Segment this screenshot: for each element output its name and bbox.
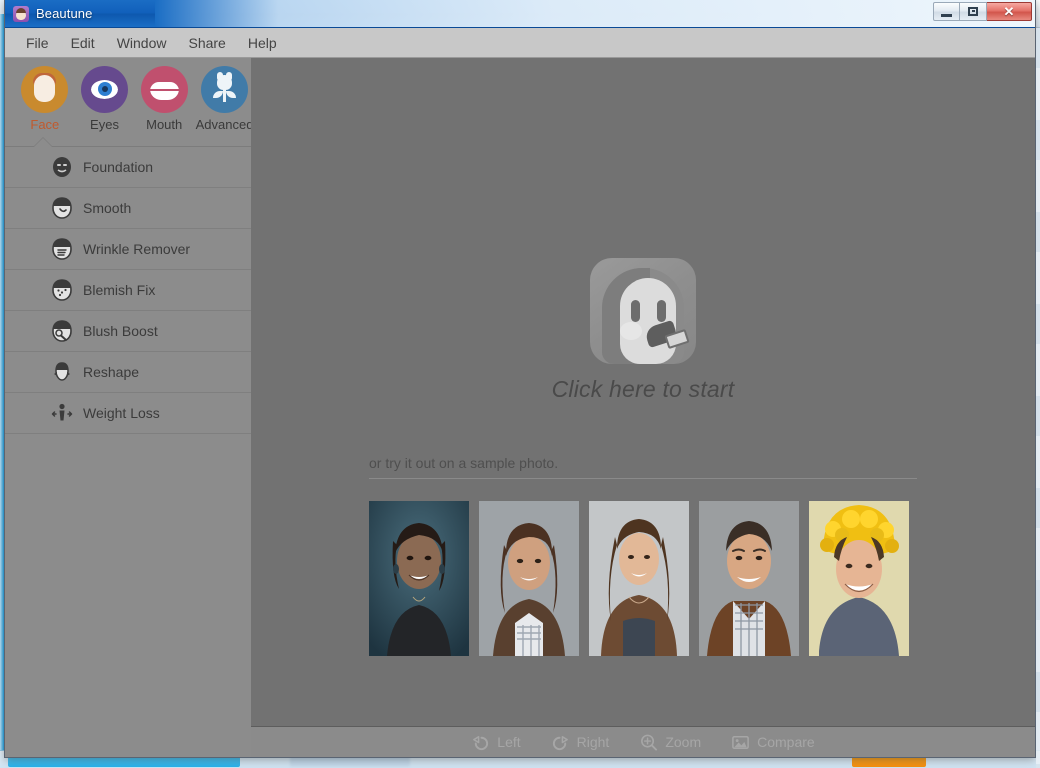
menu-file[interactable]: File (15, 32, 60, 54)
sample-caption: or try it out on a sample photo. (369, 455, 917, 479)
sample-photo-5[interactable] (809, 501, 909, 656)
tab-mouth-label: Mouth (146, 117, 183, 132)
smooth-face-icon (50, 196, 74, 220)
beautune-app-icon (13, 5, 29, 22)
tool-label: Reshape (83, 364, 140, 380)
tab-advanced[interactable]: Advanced (195, 66, 254, 132)
tool-item-blush-boost[interactable]: Blush Boost (5, 311, 251, 352)
active-tab-pointer (34, 138, 52, 147)
lips-icon (140, 66, 188, 113)
tool-item-blemish-fix[interactable]: Blemish Fix (5, 270, 251, 311)
reshape-face-icon (50, 360, 74, 384)
main-content-area: Click here to start or try it out on a s… (251, 58, 1035, 757)
window-body: Face Eyes Mouth Advanced Foundation Smoo… (5, 58, 1035, 757)
rotate-right-label: Right (576, 734, 610, 750)
close-button[interactable]: ✕ (987, 2, 1032, 21)
category-tab-strip: Face Eyes Mouth Advanced (5, 58, 254, 147)
rotate-left-icon (471, 733, 490, 752)
tab-eyes-label: Eyes (90, 117, 119, 132)
blush-brush-icon (50, 319, 74, 343)
face-with-makeup-brush-icon (590, 258, 696, 364)
tool-item-smooth[interactable]: Smooth (5, 188, 251, 229)
sample-photo-row (369, 501, 917, 656)
menu-help[interactable]: Help (237, 32, 288, 54)
sidebar: Face Eyes Mouth Advanced Foundation Smoo… (5, 58, 254, 757)
close-icon: ✕ (1003, 3, 1015, 19)
minimize-icon (941, 13, 952, 17)
tool-label: Foundation (83, 159, 154, 175)
beautune-application-window: Beautune ✕ File Edit Window Share Help F… (4, 0, 1036, 758)
rotate-right-icon (551, 733, 570, 752)
title-bar: Beautune ✕ (5, 0, 1035, 28)
compare-image-icon (731, 733, 750, 752)
menu-bar: File Edit Window Share Help (5, 28, 1035, 58)
eye-icon (81, 66, 128, 113)
compare-button[interactable]: Compare (731, 733, 815, 752)
tool-label: Blemish Fix (83, 282, 156, 298)
zoom-button[interactable]: Zoom (639, 733, 701, 752)
tool-label: Weight Loss (83, 405, 160, 421)
tool-item-wrinkle-remover[interactable]: Wrinkle Remover (5, 229, 251, 270)
menu-share[interactable]: Share (177, 32, 236, 54)
compare-label: Compare (757, 734, 815, 750)
maximize-button[interactable] (960, 2, 987, 21)
tab-advanced-label: Advanced (195, 117, 254, 132)
tool-label: Blush Boost (83, 323, 158, 339)
start-prompt-text: Click here to start (551, 376, 735, 402)
blemish-face-icon (50, 278, 74, 302)
foundation-mask-icon (50, 155, 74, 179)
minimize-button[interactable] (933, 2, 960, 21)
menu-window[interactable]: Window (106, 32, 178, 54)
rotate-left-button[interactable]: Left (471, 733, 521, 752)
zoom-in-icon (639, 733, 658, 752)
background-window-right-edge (1036, 28, 1040, 768)
tool-label: Smooth (83, 200, 132, 216)
zoom-label: Zoom (665, 734, 702, 750)
sample-photo-2[interactable] (479, 501, 579, 656)
tab-mouth[interactable]: Mouth (138, 66, 190, 132)
rotate-left-label: Left (497, 734, 521, 750)
sample-photo-1[interactable] (369, 501, 469, 656)
bottom-toolbar: Left Right Zoom Compare (251, 726, 1035, 757)
tool-item-weight-loss[interactable]: Weight Loss (5, 393, 251, 434)
tool-item-reshape[interactable]: Reshape (5, 352, 251, 393)
window-title: Beautune (36, 6, 93, 21)
flower-icon (201, 66, 249, 113)
tab-face[interactable]: Face (19, 66, 71, 132)
tab-eyes[interactable]: Eyes (79, 66, 131, 132)
wrinkle-face-icon (50, 237, 74, 261)
weight-loss-icon (50, 401, 74, 425)
tool-list: Foundation Smooth Wrinkle Remover Blemis… (5, 147, 251, 757)
tab-face-label: Face (30, 117, 60, 132)
sample-photo-3[interactable] (589, 501, 689, 656)
maximize-icon (968, 7, 978, 16)
sample-photo-section: or try it out on a sample photo. (369, 455, 917, 656)
tool-item-foundation[interactable]: Foundation (5, 147, 251, 188)
face-icon (21, 66, 69, 113)
rotate-right-button[interactable]: Right (551, 733, 610, 752)
window-controls: ✕ (933, 2, 1032, 21)
sample-photo-4[interactable] (699, 501, 799, 656)
tool-label: Wrinkle Remover (83, 241, 191, 257)
start-drop-zone[interactable]: Click here to start (251, 58, 1035, 403)
menu-edit[interactable]: Edit (60, 32, 106, 54)
